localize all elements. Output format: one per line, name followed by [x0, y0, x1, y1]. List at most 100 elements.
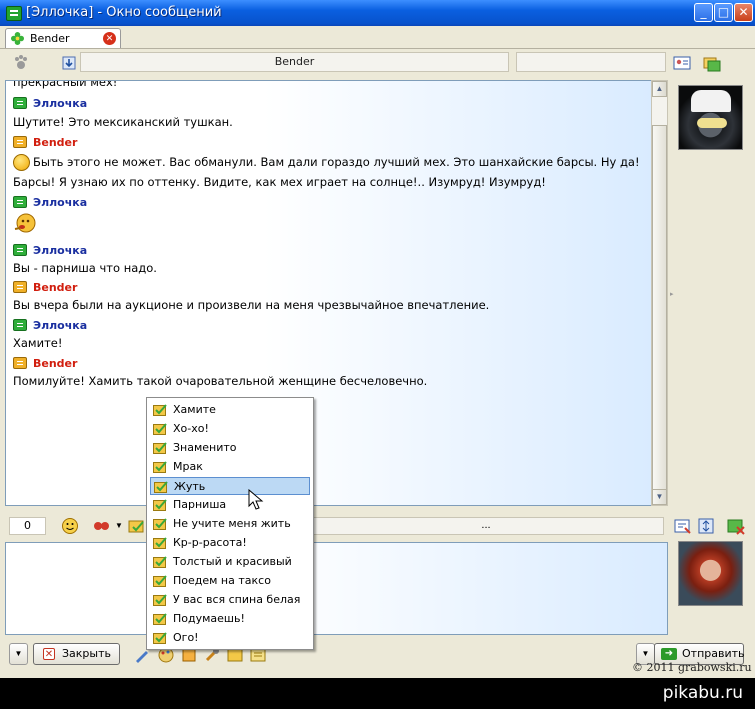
sender-ella: Эллочка [13, 244, 87, 257]
message-smiley [13, 213, 37, 238]
send-file-icon[interactable] [674, 517, 692, 535]
message-history[interactable]: прекрасный мех! Эллочка Шутите! Это мекс… [5, 80, 651, 506]
phrase-menu-item[interactable]: Подумаешь! [150, 610, 310, 628]
phrase-label: Поедем на таксо [173, 574, 271, 587]
message-text: Быть этого не может. Вас обманули. Вам д… [13, 154, 640, 171]
char-counter: 0 [9, 517, 46, 535]
site-watermark: pikabu.ru [662, 683, 743, 703]
copyright-watermark: © 2011 grabowski.ru [632, 661, 752, 674]
phrase-label: Не учите меня жить [173, 517, 291, 530]
message-window: [Эллочка] - Окно сообщений _ □ ✕ Bender … [0, 0, 755, 678]
tab-close-icon[interactable]: ✕ [103, 32, 116, 45]
mouse-cursor-icon [248, 489, 264, 510]
smiley-picker-icon[interactable] [61, 517, 79, 535]
contact-icon [13, 281, 27, 293]
phrase-menu-item[interactable]: Не учите меня жить [150, 515, 310, 533]
phrase-menu-item[interactable]: Парниша [150, 496, 310, 514]
message-text: Вы вчера были на аукционе и произвели на… [13, 298, 490, 312]
phrase-label: Парниша [173, 498, 227, 511]
phrase-menu-item[interactable]: Хамите [150, 401, 310, 419]
contact-icon [13, 136, 27, 148]
contact-avatar [678, 85, 743, 150]
phrase-folder-icon [153, 575, 167, 587]
phrase-label: Кр-р-расота! [173, 536, 247, 549]
phrase-folder-icon [153, 461, 167, 473]
quote-icon[interactable] [93, 517, 111, 535]
phrase-folder-icon [153, 537, 167, 549]
sender-ella: Эллочка [13, 196, 87, 209]
site-footer: pikabu.ru [0, 678, 755, 709]
phrase-menu-item[interactable]: Кр-р-расота! [150, 534, 310, 552]
sender-bender: Bender [13, 357, 77, 370]
phrase-folder-icon [153, 556, 167, 568]
panel-splitter-arrow-icon[interactable]: ▸ [670, 290, 676, 298]
message-text: Барсы! Я узнаю их по оттенку. Видите, ка… [13, 175, 546, 189]
contact-icon [13, 97, 27, 109]
phrases-folder-icon[interactable] [128, 517, 146, 535]
status-field: ... [308, 517, 664, 535]
scroll-up-arrow-icon[interactable]: ▲ [652, 81, 667, 97]
user-info-icon[interactable] [673, 54, 691, 72]
phrase-label: Подумаешь! [173, 612, 245, 625]
tab-label: Bender [30, 32, 70, 45]
phrases-popup-menu: Хамите Хо-хо! Знаменито Мрак Жуть Парниша Не у… [146, 397, 314, 650]
title-bar[interactable]: [Эллочка] - Окно сообщений _ □ ✕ [0, 0, 755, 26]
phrase-folder-icon [153, 423, 167, 435]
quote-dropdown-arrow-icon[interactable]: ▼ [115, 521, 123, 530]
phrase-menu-item[interactable]: Ого! [150, 629, 310, 647]
phrase-folder-icon [153, 632, 167, 644]
resize-panel-icon[interactable] [697, 517, 715, 535]
phrase-folder-icon [153, 518, 167, 530]
phrase-label: Жуть [174, 480, 206, 493]
phrase-menu-item[interactable]: Знаменито [150, 439, 310, 457]
message-text: Вы - парниша что надо. [13, 261, 157, 275]
phrase-label: Толстый и красивый [173, 555, 292, 568]
paw-icon[interactable] [12, 54, 30, 72]
phrase-menu-item[interactable]: Мрак [150, 458, 310, 476]
own-avatar [678, 541, 743, 606]
phrase-folder-icon [153, 499, 167, 511]
close-button[interactable]: ✕ Закрыть [33, 643, 120, 665]
phrase-menu-item[interactable]: Поедем на таксо [150, 572, 310, 590]
options-dropdown-arrow-icon[interactable]: ▼ [9, 643, 28, 665]
whistling-smiley-icon [14, 213, 36, 233]
maximize-button[interactable]: □ [714, 3, 733, 22]
download-arrow-icon[interactable] [60, 54, 78, 72]
chat-app-icon [6, 6, 22, 21]
chat-scrollbar[interactable]: ▲ ▼ [651, 80, 668, 506]
phrase-menu-item[interactable]: Жуть [150, 477, 310, 495]
contact-status-field [516, 52, 666, 72]
minimize-button[interactable]: _ [694, 3, 713, 22]
close-window-button[interactable]: ✕ [734, 3, 753, 22]
composer-toolbar: 0 ▼ ... [0, 514, 755, 540]
history-folder-icon[interactable] [703, 54, 721, 72]
message-text: Хамите! [13, 336, 63, 350]
tab-strip: Bender ✕ [0, 26, 755, 49]
sender-bender: Bender [13, 136, 77, 149]
phrase-menu-item[interactable]: У вас вся спина белая [150, 591, 310, 609]
contact-icon [13, 357, 27, 369]
phrase-menu-item[interactable]: Хо-хо! [150, 420, 310, 438]
phrase-label: Хамите [173, 403, 216, 416]
phrase-menu-item[interactable]: Толстый и красивый [150, 553, 310, 571]
clear-history-icon[interactable] [727, 517, 745, 535]
phrase-label: У вас вся спина белая [173, 593, 301, 606]
contact-icon [13, 196, 27, 208]
contact-name-field: Bender [80, 52, 509, 72]
sender-ella: Эллочка [13, 97, 87, 110]
scroll-down-arrow-icon[interactable]: ▼ [652, 489, 667, 505]
phrase-label: Знаменито [173, 441, 237, 454]
phrase-folder-icon [154, 481, 168, 493]
message-text: прекрасный мех! [13, 80, 118, 89]
send-arrow-icon: ➜ [661, 648, 677, 660]
sender-bender: Bender [13, 281, 77, 294]
scroll-thumb[interactable] [652, 125, 667, 490]
message-input[interactable] [5, 542, 668, 635]
message-text: Шутите! Это мексиканский тушкан. [13, 115, 233, 129]
contact-icon [13, 319, 27, 331]
phrase-folder-icon [153, 442, 167, 454]
tab-bender[interactable]: Bender ✕ [5, 28, 121, 48]
contact-icon [13, 244, 27, 256]
sender-ella: Эллочка [13, 319, 87, 332]
phrase-folder-icon [153, 613, 167, 625]
